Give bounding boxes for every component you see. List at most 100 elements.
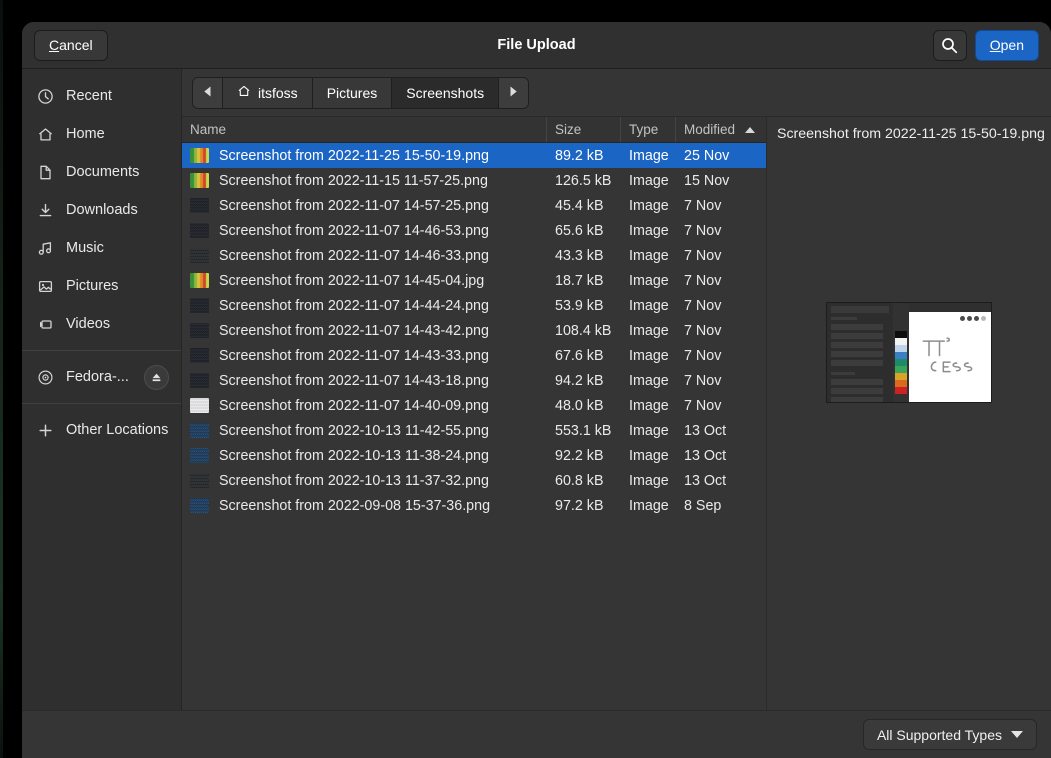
breadcrumb-item-pictures[interactable]: Pictures bbox=[313, 78, 393, 108]
eject-icon[interactable] bbox=[144, 365, 169, 390]
breadcrumb-forward-button[interactable] bbox=[499, 78, 528, 108]
table-row[interactable]: Screenshot from 2022-11-07 14-57-25.png4… bbox=[182, 193, 766, 218]
video-camera-icon bbox=[36, 316, 55, 333]
file-type-cell: Image bbox=[621, 498, 676, 514]
sidebar-item-pictures[interactable]: Pictures bbox=[22, 267, 181, 305]
music-note-icon bbox=[36, 240, 55, 257]
file-name-label: Screenshot from 2022-11-07 14-43-33.png bbox=[219, 348, 489, 364]
sidebar-item-other-locations[interactable]: Other Locations bbox=[22, 411, 181, 449]
file-type-filter-dropdown[interactable]: All Supported Types bbox=[863, 719, 1037, 750]
file-name-cell: Screenshot from 2022-10-13 11-38-24.png bbox=[182, 448, 547, 464]
breadcrumb-item-label: Screenshots bbox=[406, 85, 484, 101]
file-modified-cell: 7 Nov bbox=[676, 348, 766, 364]
breadcrumb-item-label: itsfoss bbox=[258, 85, 298, 101]
breadcrumb-back-button[interactable] bbox=[193, 78, 223, 108]
dialog-title: File Upload bbox=[22, 22, 1051, 68]
file-upload-dialog: Cancel File Upload Open bbox=[22, 22, 1051, 758]
column-header-type[interactable]: Type bbox=[621, 117, 676, 142]
sidebar-divider-other bbox=[22, 403, 181, 404]
sidebar-item-label: Recent bbox=[66, 88, 112, 104]
table-row[interactable]: Screenshot from 2022-11-07 14-45-04.jpg1… bbox=[182, 268, 766, 293]
file-type-cell: Image bbox=[621, 398, 676, 414]
home-icon bbox=[237, 84, 251, 101]
table-row[interactable]: Screenshot from 2022-10-13 11-38-24.png9… bbox=[182, 443, 766, 468]
file-name-cell: Screenshot from 2022-11-07 14-44-24.png bbox=[182, 298, 547, 314]
column-header-modified[interactable]: Modified bbox=[676, 117, 766, 142]
sidebar-item-label: Music bbox=[66, 240, 104, 256]
file-thumbnail-icon bbox=[190, 198, 209, 213]
table-row[interactable]: Screenshot from 2022-11-07 14-43-18.png9… bbox=[182, 368, 766, 393]
file-modified-cell: 13 Oct bbox=[676, 423, 766, 439]
file-name-label: Screenshot from 2022-10-13 11-42-55.png bbox=[219, 423, 489, 439]
file-name-cell: Screenshot from 2022-09-08 15-37-36.png bbox=[182, 498, 547, 514]
open-button[interactable]: Open bbox=[975, 30, 1039, 61]
file-size-cell: 553.1 kB bbox=[547, 423, 621, 439]
file-size-cell: 67.6 kB bbox=[547, 348, 621, 364]
file-size-cell: 97.2 kB bbox=[547, 498, 621, 514]
header-left-controls: Cancel bbox=[34, 30, 108, 61]
breadcrumb-item-label: Pictures bbox=[327, 85, 378, 101]
cancel-button-mnemonic: C bbox=[49, 37, 59, 53]
search-icon bbox=[941, 37, 958, 54]
table-row[interactable]: Screenshot from 2022-11-25 15-50-19.png8… bbox=[182, 143, 766, 168]
file-modified-cell: 7 Nov bbox=[676, 198, 766, 214]
file-name-cell: Screenshot from 2022-11-07 14-46-53.png bbox=[182, 223, 547, 239]
column-header-name[interactable]: Name bbox=[182, 117, 547, 142]
file-list: Name Size Type Modified bbox=[182, 116, 767, 710]
file-name-label: Screenshot from 2022-11-07 14-43-42.png bbox=[219, 323, 489, 339]
table-row[interactable]: Screenshot from 2022-11-07 14-46-33.png4… bbox=[182, 243, 766, 268]
table-row[interactable]: Screenshot from 2022-11-07 14-43-42.png1… bbox=[182, 318, 766, 343]
breadcrumb: itsfoss Pictures Screenshots bbox=[192, 77, 529, 109]
cancel-button[interactable]: Cancel bbox=[34, 30, 108, 61]
header-right-controls: Open bbox=[933, 30, 1039, 61]
table-row[interactable]: Screenshot from 2022-11-07 14-43-33.png 6… bbox=[182, 343, 766, 368]
file-modified-cell: 7 Nov bbox=[676, 273, 766, 289]
table-row[interactable]: Screenshot from 2022-11-07 14-46-53.png6… bbox=[182, 218, 766, 243]
column-header-label: Size bbox=[555, 122, 581, 137]
sidebar-item-home[interactable]: Home bbox=[22, 115, 181, 153]
file-type-cell: Image bbox=[621, 448, 676, 464]
column-header-size[interactable]: Size bbox=[547, 117, 621, 142]
table-row[interactable]: Screenshot from 2022-11-15 11-57-25.png1… bbox=[182, 168, 766, 193]
file-size-cell: 53.9 kB bbox=[547, 298, 621, 314]
file-thumbnail-icon bbox=[190, 173, 209, 188]
file-name-cell: Screenshot from 2022-11-07 14-43-33.png bbox=[182, 348, 547, 364]
sidebar-divider-devices bbox=[22, 350, 181, 351]
file-type-cell: Image bbox=[621, 373, 676, 389]
file-name-label: Screenshot from 2022-11-07 14-45-04.jpg bbox=[219, 273, 484, 289]
sort-ascending-icon bbox=[745, 127, 755, 133]
sidebar-item-documents[interactable]: Documents bbox=[22, 153, 181, 191]
dialog-bottom-bar: All Supported Types bbox=[22, 710, 1051, 758]
file-modified-cell: 7 Nov bbox=[676, 298, 766, 314]
file-name-cell: Screenshot from 2022-11-25 15-50-19.png bbox=[182, 148, 547, 164]
file-type-cell: Image bbox=[621, 173, 676, 189]
sidebar-item-device-fedora[interactable]: Fedora-... bbox=[22, 358, 181, 396]
table-row[interactable]: Screenshot from 2022-09-08 15-37-36.png9… bbox=[182, 493, 766, 518]
file-type-cell: Image bbox=[621, 223, 676, 239]
file-modified-cell: 15 Nov bbox=[676, 173, 766, 189]
file-name-cell: Screenshot from 2022-10-13 11-42-55.png bbox=[182, 423, 547, 439]
sidebar-item-downloads[interactable]: Downloads bbox=[22, 191, 181, 229]
column-header-label: Type bbox=[629, 122, 658, 137]
file-list-rows[interactable]: Screenshot from 2022-11-25 15-50-19.png8… bbox=[182, 143, 766, 710]
file-thumbnail-icon bbox=[190, 348, 209, 363]
sidebar-item-music[interactable]: Music bbox=[22, 229, 181, 267]
search-button[interactable] bbox=[933, 30, 967, 61]
table-row[interactable]: Screenshot from 2022-11-07 14-40-09.png4… bbox=[182, 393, 766, 418]
file-name-cell: Screenshot from 2022-11-07 14-57-25.png bbox=[182, 198, 547, 214]
table-row[interactable]: Screenshot from 2022-11-07 14-44-24.png5… bbox=[182, 293, 766, 318]
file-size-cell: 60.8 kB bbox=[547, 473, 621, 489]
sidebar-item-recent[interactable]: Recent bbox=[22, 77, 181, 115]
file-size-cell: 45.4 kB bbox=[547, 198, 621, 214]
file-modified-cell: 13 Oct bbox=[676, 473, 766, 489]
sidebar-item-label: Pictures bbox=[66, 278, 118, 294]
breadcrumb-item-itsfoss[interactable]: itsfoss bbox=[223, 78, 313, 108]
file-type-cell: Image bbox=[621, 148, 676, 164]
breadcrumb-item-screenshots[interactable]: Screenshots bbox=[392, 78, 499, 108]
column-header-label: Name bbox=[190, 122, 226, 137]
file-name-label: Screenshot from 2022-11-25 15-50-19.png bbox=[219, 148, 489, 164]
sidebar-item-videos[interactable]: Videos bbox=[22, 305, 181, 343]
file-type-cell: Image bbox=[621, 348, 676, 364]
table-row[interactable]: Screenshot from 2022-10-13 11-37-32.png6… bbox=[182, 468, 766, 493]
table-row[interactable]: Screenshot from 2022-10-13 11-42-55.png 5… bbox=[182, 418, 766, 443]
